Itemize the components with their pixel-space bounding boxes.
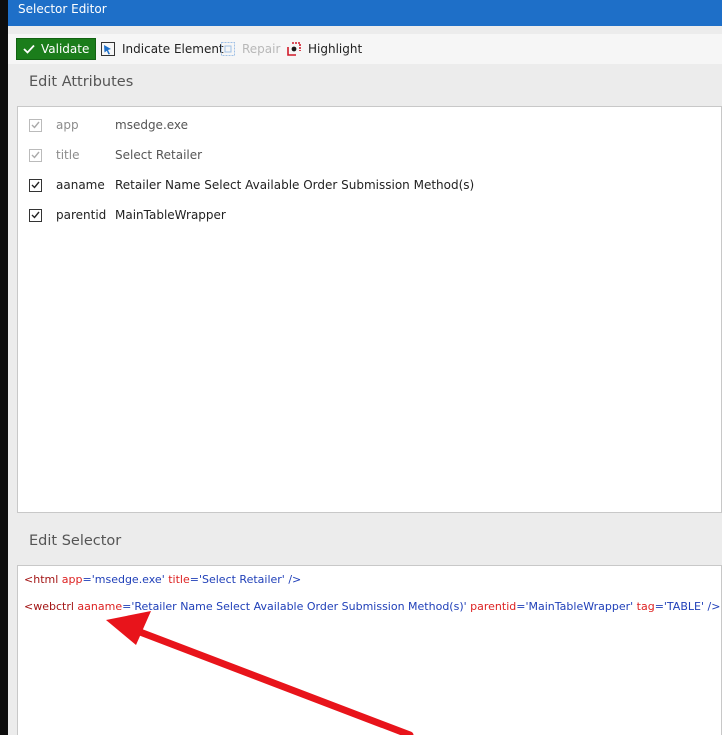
highlight-icon [287,42,301,56]
checkmark-icon [31,211,40,219]
attribute-row-parentid: parentid MainTableWrapper [29,206,226,224]
title-bar: Selector Editor [8,0,722,26]
selector-tag: <html [24,573,59,586]
attribute-value: msedge.exe [115,118,189,132]
selector-line-html: <html app='msedge.exe' title='Select Ret… [24,573,302,586]
attributes-panel: app msedge.exe title Select Retailer aan… [17,106,722,513]
selector-tag-close: /> [707,600,721,613]
selector-attr-value: 'MainTableWrapper' [525,600,634,613]
validate-label: Validate [41,42,90,56]
checkmark-icon [31,121,40,129]
attribute-checkbox-app[interactable] [29,118,42,132]
selector-attr-value: 'Retailer Name Select Available Order Su… [131,600,467,613]
selector-editor-textarea[interactable]: <html app='msedge.exe' title='Select Ret… [17,565,722,735]
selector-attr-name: app [61,573,83,586]
highlight-label: Highlight [308,42,363,56]
selector-attr-value: 'TABLE' [663,600,704,613]
selector-attr-name: parentid [470,600,517,613]
validate-button[interactable]: Validate [16,38,96,60]
cursor-select-icon [101,42,115,56]
selector-attr-name: aaname [77,600,123,613]
window-title: Selector Editor [18,2,107,16]
attribute-checkbox-parentid[interactable] [29,208,42,222]
repair-button[interactable]: Repair [220,38,280,60]
highlight-button[interactable]: Highlight [286,38,362,60]
attribute-row-aaname: aaname Retailer Name Select Available Or… [29,176,474,194]
attribute-name: aaname [56,178,105,192]
attribute-checkbox-aaname[interactable] [29,178,42,192]
attribute-row-app: app msedge.exe [29,116,188,134]
toolbar: Validate Indicate Element Repair Highlig… [8,34,722,64]
checkmark-icon [31,181,40,189]
attribute-value: MainTableWrapper [115,208,226,222]
selector-tag-close: /> [288,573,302,586]
indicate-element-label: Indicate Element [122,42,224,56]
attribute-value: Select Retailer [115,148,203,162]
edit-selector-title: Edit Selector [29,533,122,549]
selector-attr-name: tag [636,600,655,613]
attribute-name: app [56,118,79,132]
selector-attr-value: 'Select Retailer' [198,573,285,586]
selector-attr-name: title [168,573,190,586]
repair-icon [221,42,235,56]
attribute-row-title: title Select Retailer [29,146,202,164]
checkmark-icon [23,44,35,54]
attribute-name: title [56,148,80,162]
indicate-element-button[interactable]: Indicate Element [100,38,224,60]
attribute-name: parentid [56,208,107,222]
checkmark-icon [31,151,40,159]
selector-editor-window: Selector Editor Validate Indicate Elemen… [8,0,722,735]
attribute-value: Retailer Name Select Available Order Sub… [115,178,475,192]
attribute-checkbox-title[interactable] [29,148,42,162]
repair-label: Repair [242,42,281,56]
selector-line-webctrl: <webctrl aaname='Retailer Name Select Av… [24,600,721,613]
edit-attributes-title: Edit Attributes [29,74,134,90]
selector-tag: <webctrl [24,600,74,613]
selector-attr-value: 'msedge.exe' [91,573,165,586]
